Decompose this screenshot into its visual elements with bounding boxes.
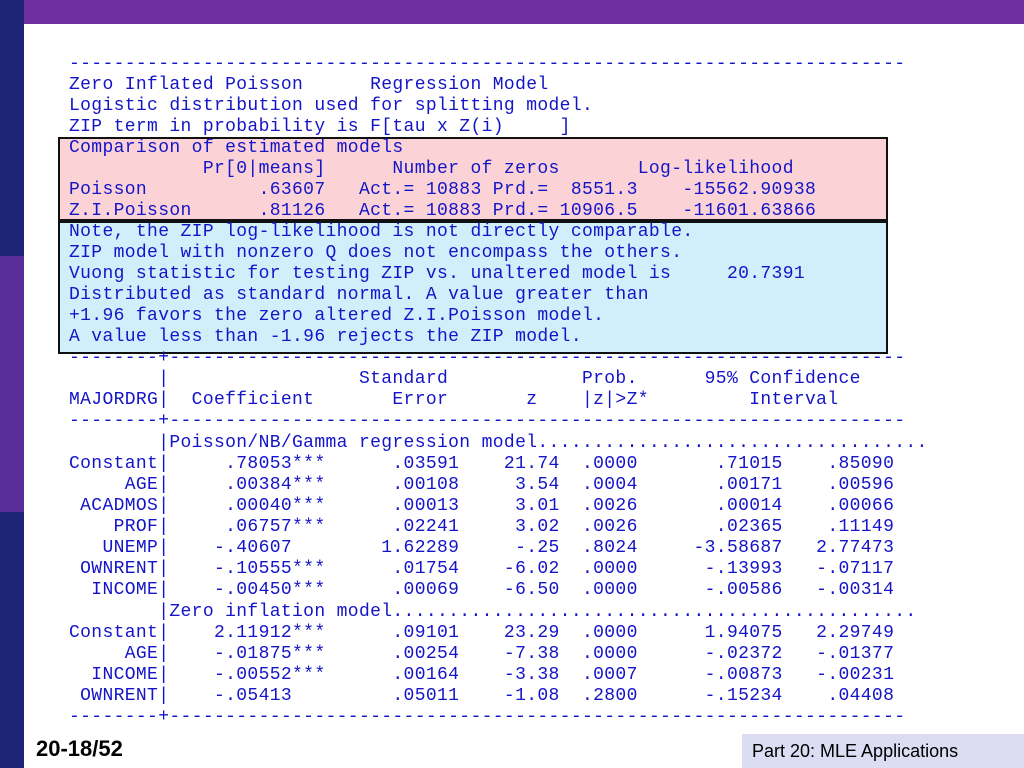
zip-term-line: ZIP term in probability is F[tau x Z(i) …	[69, 117, 571, 137]
rule-line: --------+-------------------------------…	[69, 411, 906, 431]
comparison-row-zip: Z.I.Poisson .81126 Act.= 10883 Prd.= 109…	[69, 201, 817, 221]
section-heading-poisson: |Poisson/NB/Gamma regression model......…	[69, 433, 928, 453]
table-row: AGE| .00384*** .00108 3.54 .0004 .00171 …	[69, 475, 895, 495]
model-title: Zero Inflated Poisson Regression Model	[69, 75, 549, 95]
top-banner	[0, 0, 1024, 24]
comparison-row-poisson: Poisson .63607 Act.= 10883 Prd.= 8551.3 …	[69, 180, 817, 200]
table-header-row: MAJORDRG| Coefficient Error z |z|>Z* Int…	[69, 390, 839, 410]
comparison-column-headers: Pr[0|means] Number of zeros Log-likeliho…	[69, 159, 794, 179]
comparison-heading: Comparison of estimated models	[69, 138, 404, 158]
model-description: Logistic distribution used for splitting…	[69, 96, 594, 116]
note-line: A value less than -1.96 rejects the ZIP …	[69, 327, 582, 347]
left-banner-segment	[0, 0, 24, 256]
rule-line: --------+-------------------------------…	[69, 348, 906, 368]
table-row: OWNRENT| -.05413 .05011 -1.08 .2800 -.15…	[69, 686, 895, 706]
table-row: AGE| -.01875*** .00254 -7.38 .0000 -.023…	[69, 644, 895, 664]
table-row: Constant| .78053*** .03591 21.74 .0000 .…	[69, 454, 895, 474]
rule-line: ----------------------------------------…	[69, 54, 906, 74]
rule-line: --------+-------------------------------…	[69, 707, 906, 727]
vuong-statistic-line: Vuong statistic for testing ZIP vs. unal…	[69, 264, 806, 284]
table-row: ACADMOS| .00040*** .00013 3.01 .0026 .00…	[69, 496, 895, 516]
table-row: UNEMP| -.40607 1.62289 -.25 .8024 -3.586…	[69, 538, 895, 558]
note-line: Distributed as standard normal. A value …	[69, 285, 649, 305]
left-banner	[0, 0, 24, 768]
table-header-row: | Standard Prob. 95% Confidence	[69, 369, 861, 389]
note-line: ZIP model with nonzero Q does not encomp…	[69, 243, 683, 263]
left-banner-segment	[0, 256, 24, 512]
note-line: Note, the ZIP log-likelihood is not dire…	[69, 222, 694, 242]
footer-part-box: Part 20: MLE Applications	[742, 734, 1024, 768]
table-row: PROF| .06757*** .02241 3.02 .0026 .02365…	[69, 517, 895, 537]
table-row: OWNRENT| -.10555*** .01754 -6.02 .0000 -…	[69, 559, 895, 579]
table-row: Constant| 2.11912*** .09101 23.29 .0000 …	[69, 623, 895, 643]
note-line: +1.96 favors the zero altered Z.I.Poisso…	[69, 306, 605, 326]
table-row: INCOME| -.00450*** .00069 -6.50 .0000 -.…	[69, 580, 895, 600]
table-row: INCOME| -.00552*** .00164 -3.38 .0007 -.…	[69, 665, 895, 685]
slide-number: 20-18/52	[36, 736, 123, 761]
footer-part-label: Part 20: MLE Applications	[752, 741, 959, 761]
left-banner-segment	[0, 512, 24, 768]
section-heading-zero-inflation: |Zero inflation model...................…	[69, 602, 917, 622]
